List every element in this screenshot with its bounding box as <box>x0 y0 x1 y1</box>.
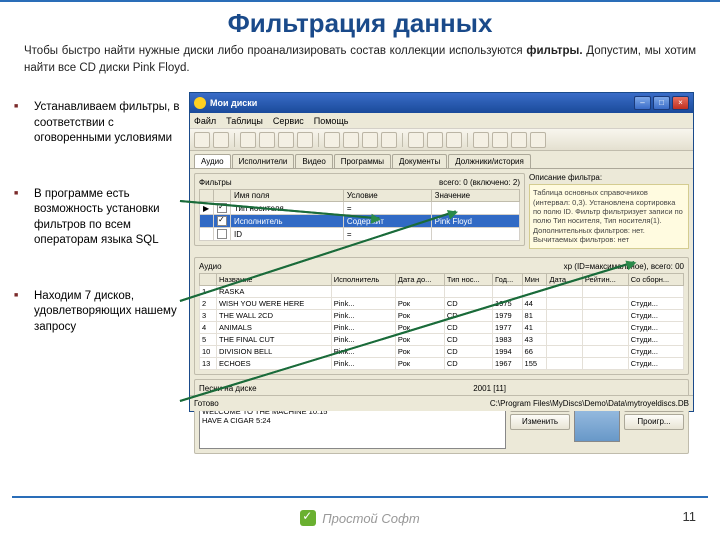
toolbar-button[interactable] <box>408 132 424 148</box>
table-row[interactable]: 10DIVISION BELLPink...РокCD199466Студи..… <box>200 345 684 357</box>
filter-col-cond[interactable]: Условие <box>343 190 431 202</box>
status-ready: Готово <box>194 399 219 408</box>
toolbar-button[interactable] <box>446 132 462 148</box>
tab-history[interactable]: Должники/история <box>448 154 531 168</box>
play-button[interactable]: Проигр... <box>624 414 684 430</box>
toolbar-button[interactable] <box>362 132 378 148</box>
filter-label: Фильтры <box>199 178 232 187</box>
window-title: Мои диски <box>210 98 634 108</box>
data-label: Аудио <box>199 262 222 271</box>
logo-icon <box>300 510 316 526</box>
status-path: C:\Program Files\MyDiscs\Demo\Data\mytro… <box>490 399 689 408</box>
menu-tables[interactable]: Таблицы <box>226 116 263 126</box>
table-row[interactable]: 4ANIMALSPink...РокCD197741Студи... <box>200 321 684 333</box>
data-col[interactable] <box>200 273 217 285</box>
menu-help[interactable]: Помощь <box>314 116 349 126</box>
filter-hint: Таблица основных справочников (интервал:… <box>529 184 689 248</box>
data-col[interactable]: Со сборн... <box>628 273 683 285</box>
toolbar-button[interactable] <box>343 132 359 148</box>
data-col[interactable]: Год... <box>493 273 522 285</box>
bullet-item: Находим 7 дисков, удовлетворяющих нашему… <box>14 289 189 336</box>
filter-col-field[interactable]: Имя поля <box>231 190 344 202</box>
menu-file[interactable]: Файл <box>194 116 216 126</box>
slide-title: Фильтрация данных <box>0 0 720 43</box>
tab-video[interactable]: Видео <box>295 154 332 168</box>
filter-checkbox[interactable] <box>217 216 227 226</box>
edit-button[interactable]: Изменить <box>510 414 570 430</box>
tab-programs[interactable]: Программы <box>334 154 391 168</box>
divider <box>12 496 708 498</box>
table-row[interactable]: 2WISH YOU WERE HEREPink...РокCD197544Сту… <box>200 297 684 309</box>
close-button[interactable]: × <box>672 96 689 110</box>
toolbar-button[interactable] <box>194 132 210 148</box>
toolbar-button[interactable] <box>427 132 443 148</box>
intro-text-1: Чтобы быстро найти нужные диски либо про… <box>24 45 526 57</box>
bullet-item: В программе есть возможность установки ф… <box>14 187 189 249</box>
slide-intro: Чтобы быстро найти нужные диски либо про… <box>0 43 720 82</box>
data-col[interactable]: Тип нос... <box>444 273 492 285</box>
filter-row: ▶ Тип носителя = <box>200 202 520 215</box>
data-col[interactable]: Исполнитель <box>331 273 395 285</box>
toolbar-button[interactable] <box>381 132 397 148</box>
toolbar-button[interactable] <box>492 132 508 148</box>
toolbar-button[interactable] <box>324 132 340 148</box>
toolbar-button[interactable] <box>530 132 546 148</box>
tab-documents[interactable]: Документы <box>392 154 447 168</box>
app-icon <box>194 97 206 109</box>
table-row[interactable]: 1RASKA <box>200 285 684 297</box>
main-tabs: Аудио Исполнители Видео Программы Докуме… <box>190 151 693 169</box>
filter-checkbox[interactable] <box>217 229 227 239</box>
filter-count: всего: 0 (включено: 2) <box>439 178 520 187</box>
filter-hint-label: Описание фильтра: <box>529 173 602 182</box>
toolbar-button[interactable] <box>297 132 313 148</box>
intro-bold: фильтры. <box>526 45 582 57</box>
footer: Простой Софт <box>0 510 720 526</box>
filter-col-value[interactable]: Значение <box>431 190 519 202</box>
toolbar-button[interactable] <box>240 132 256 148</box>
toolbar <box>190 129 693 151</box>
songs-right: 2001 [11] <box>473 384 506 393</box>
minimize-button[interactable]: – <box>634 96 651 110</box>
bullet-item: Устанавливаем фильтры, в соответствии с … <box>14 100 189 147</box>
maximize-button[interactable]: □ <box>653 96 670 110</box>
data-col[interactable]: Дата до... <box>395 273 444 285</box>
toolbar-button[interactable] <box>213 132 229 148</box>
menubar: Файл Таблицы Сервис Помощь <box>190 113 693 129</box>
table-row[interactable]: 13ECHOESPink...РокCD1967155Студи... <box>200 357 684 369</box>
bullet-list: Устанавливаем фильтры, в соответствии с … <box>14 92 189 412</box>
toolbar-button[interactable] <box>511 132 527 148</box>
app-window: Мои диски – □ × Файл Таблицы Сервис Помо… <box>189 92 694 412</box>
statusbar: Готово C:\Program Files\MyDiscs\Demo\Dat… <box>190 395 693 411</box>
toolbar-button[interactable] <box>473 132 489 148</box>
list-item[interactable]: HAVE A CIGAR 5:24 <box>202 416 503 425</box>
table-row[interactable]: 5THE FINAL CUTPink...РокCD198343Студи... <box>200 333 684 345</box>
menu-service[interactable]: Сервис <box>273 116 304 126</box>
tab-audio[interactable]: Аудио <box>194 154 231 168</box>
footer-text: Простой Софт <box>322 511 419 526</box>
data-col[interactable]: Мин <box>522 273 547 285</box>
toolbar-button[interactable] <box>259 132 275 148</box>
page-number: 11 <box>683 509 697 524</box>
titlebar[interactable]: Мои диски – □ × <box>190 93 693 113</box>
toolbar-button[interactable] <box>278 132 294 148</box>
filter-row: ID = <box>200 228 520 241</box>
tab-performers[interactable]: Исполнители <box>232 154 295 168</box>
